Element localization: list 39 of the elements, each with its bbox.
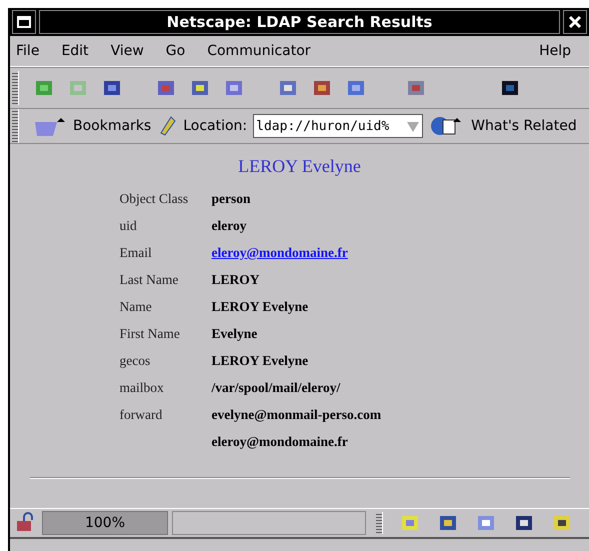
window-menu-button[interactable] [12,10,36,34]
email-link[interactable]: eleroy@mondomaine.fr [212,243,440,262]
field-value: LEROY Evelyne [212,298,310,316]
field-value: eleroy [212,217,248,235]
field-label: Last Name [120,271,180,289]
location-field[interactable]: ldap://huron/uid% [253,114,424,138]
menu-item[interactable]: Communicator [207,43,311,59]
field-value: eleroy@mondomaine.fr [212,433,349,451]
window-title: Netscape: LDAP Search Results [39,10,560,34]
close-icon [568,15,582,29]
menu-item[interactable]: Edit [61,43,89,59]
toolbar-grip[interactable] [376,512,383,534]
close-button[interactable] [563,10,587,34]
window-icon [17,16,31,28]
toolbar-grip[interactable] [12,109,19,143]
field-value: /var/spool/mail/eleroy/ [212,379,342,397]
page-heading: LEROY Evelyne [238,156,361,177]
bookmarks-button[interactable]: Bookmarks [73,118,152,134]
field-label: Name [120,298,153,316]
location-label: Location: [183,118,248,134]
field-label: gecos [120,352,152,370]
field-value: LEROY [212,271,261,289]
field-value: person [212,190,252,208]
field-value: evelyne@monmail-perso.com [212,406,382,424]
field-label: uid [120,217,138,235]
field-label: Email [120,244,153,262]
field-value: Evelyne [212,325,258,343]
field-label: mailbox [120,379,165,397]
field-label: Object Class [120,190,190,208]
toolbar-grip[interactable] [12,71,19,105]
menu-item[interactable]: Help [539,43,571,59]
menu-item[interactable]: Go [166,43,186,59]
field-label: First Name [120,325,181,343]
field-value: LEROY Evelyne [212,352,310,370]
zoom-level: 100% [42,511,168,535]
field-label: forward [120,406,164,424]
menu-item[interactable]: View [110,43,144,59]
whats-related-button[interactable]: What's Related [471,118,577,134]
menu-item[interactable]: File [16,43,40,59]
